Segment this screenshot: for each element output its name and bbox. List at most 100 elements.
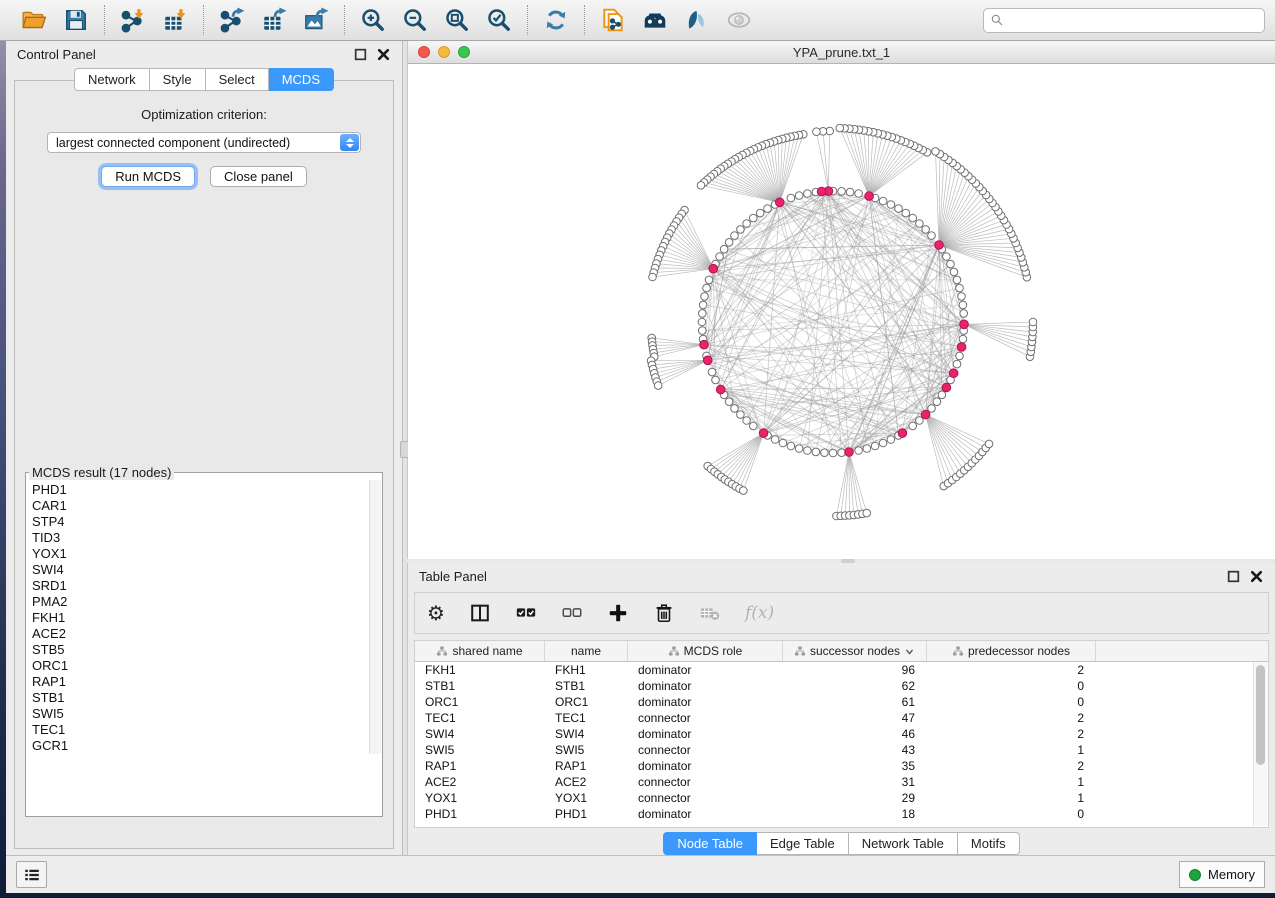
ring-node[interactable] [750, 422, 758, 430]
mcds-result-item[interactable]: TID3 [32, 530, 381, 546]
select-all-button[interactable] [515, 602, 537, 624]
mcds-result-item[interactable]: SRD1 [32, 578, 381, 594]
zoom-in-button[interactable] [357, 4, 389, 36]
ring-node[interactable] [947, 260, 955, 268]
task-history-button[interactable] [16, 861, 47, 888]
float-panel-icon[interactable] [353, 47, 368, 62]
mcds-result-item[interactable]: RAP1 [32, 674, 381, 690]
ring-node[interactable] [871, 442, 879, 450]
ring-node[interactable] [708, 368, 716, 376]
mcds-hub-node[interactable] [960, 320, 969, 329]
ring-node[interactable] [863, 445, 871, 453]
mcds-hub-node[interactable] [935, 241, 944, 250]
ring-node[interactable] [959, 335, 967, 343]
ring-node[interactable] [750, 214, 758, 222]
result-scrollbar[interactable] [369, 480, 381, 754]
table-row[interactable]: PHD1PHD1dominator180 [415, 806, 1268, 822]
table-row[interactable]: ORC1ORC1dominator610 [415, 694, 1268, 710]
ring-node[interactable] [737, 411, 745, 419]
zoom-selected-button[interactable] [483, 4, 515, 36]
delete-columns-button[interactable] [653, 602, 675, 624]
tab-motifs[interactable]: Motifs [958, 832, 1020, 855]
ring-node[interactable] [731, 405, 739, 413]
close-panel-icon[interactable] [376, 47, 391, 62]
table-row[interactable]: SWI5SWI5connector431 [415, 742, 1268, 758]
toggle-panes-button[interactable] [469, 602, 491, 624]
open-file-button[interactable] [18, 4, 50, 36]
ring-node[interactable] [909, 422, 917, 430]
mcds-result-item[interactable]: STB5 [32, 642, 381, 658]
table-scrollbar[interactable] [1253, 662, 1267, 826]
mcds-result-item[interactable]: PMA2 [32, 594, 381, 610]
close-window-icon[interactable] [418, 46, 430, 58]
mcds-result-item[interactable]: ACE2 [32, 626, 381, 642]
leaf-node[interactable] [1029, 318, 1037, 326]
ring-node[interactable] [928, 232, 936, 240]
import-network-button[interactable] [117, 4, 149, 36]
ring-node[interactable] [902, 209, 910, 217]
zoom-out-button[interactable] [399, 4, 431, 36]
ring-node[interactable] [699, 310, 707, 318]
ring-node[interactable] [795, 192, 803, 200]
ring-node[interactable] [705, 276, 713, 284]
ring-node[interactable] [846, 188, 854, 196]
ring-node[interactable] [956, 284, 964, 292]
ring-node[interactable] [960, 310, 968, 318]
mcds-result-item[interactable]: STB1 [32, 690, 381, 706]
ring-node[interactable] [743, 220, 751, 228]
ring-node[interactable] [812, 448, 820, 456]
ring-node[interactable] [725, 239, 733, 247]
mcds-hub-node[interactable] [817, 187, 826, 196]
mcds-hub-node[interactable] [865, 192, 874, 201]
ring-node[interactable] [699, 301, 707, 309]
mcds-hub-node[interactable] [716, 385, 725, 394]
ring-node[interactable] [895, 205, 903, 213]
ring-node[interactable] [855, 190, 863, 198]
ring-node[interactable] [829, 449, 837, 457]
ring-node[interactable] [787, 194, 795, 202]
ring-node[interactable] [958, 293, 966, 301]
leaf-node[interactable] [836, 124, 844, 132]
leaf-node[interactable] [654, 382, 662, 390]
ring-node[interactable] [838, 188, 846, 196]
table-row[interactable]: YOX1YOX1connector291 [415, 790, 1268, 806]
ring-node[interactable] [804, 190, 812, 198]
float-panel-icon[interactable] [1226, 569, 1241, 584]
mcds-hub-node[interactable] [942, 383, 951, 392]
refresh-view-button[interactable] [540, 4, 572, 36]
tab-style[interactable]: Style [150, 68, 206, 91]
mcds-result-item[interactable]: FKH1 [32, 610, 381, 626]
ring-node[interactable] [731, 232, 739, 240]
vertical-splitter[interactable] [402, 41, 407, 855]
mcds-result-item[interactable]: ORC1 [32, 658, 381, 674]
export-network-button[interactable] [216, 4, 248, 36]
maximize-window-icon[interactable] [458, 46, 470, 58]
ring-node[interactable] [703, 284, 711, 292]
tab-mcds[interactable]: MCDS [269, 68, 334, 91]
scrollbar-thumb[interactable] [1256, 665, 1265, 765]
birdseye-view-button[interactable] [639, 4, 671, 36]
table-row[interactable]: RAP1RAP1dominator352 [415, 758, 1268, 774]
ring-node[interactable] [716, 253, 724, 261]
ring-node[interactable] [950, 268, 958, 276]
mcds-result-item[interactable]: YOX1 [32, 546, 381, 562]
mcds-hub-node[interactable] [921, 410, 930, 419]
mcds-result-item[interactable]: CAR1 [32, 498, 381, 514]
ring-node[interactable] [771, 436, 779, 444]
column-header-predecessor-nodes[interactable]: predecessor nodes [927, 641, 1096, 661]
criterion-select[interactable]: largest connected component (undirected) [47, 132, 361, 153]
close-panel-button[interactable]: Close panel [210, 166, 307, 187]
ring-node[interactable] [879, 197, 887, 205]
leaf-node[interactable] [813, 128, 821, 136]
leaf-node[interactable] [649, 273, 657, 281]
ring-node[interactable] [764, 205, 772, 213]
ring-node[interactable] [795, 445, 803, 453]
ring-node[interactable] [909, 214, 917, 222]
add-column-button[interactable] [607, 602, 629, 624]
ring-node[interactable] [698, 318, 706, 326]
splitter-grip[interactable] [841, 559, 855, 563]
mcds-hub-node[interactable] [957, 343, 966, 352]
run-mcds-button[interactable]: Run MCDS [101, 166, 195, 187]
ring-node[interactable] [959, 301, 967, 309]
mcds-hub-node[interactable] [759, 429, 768, 438]
